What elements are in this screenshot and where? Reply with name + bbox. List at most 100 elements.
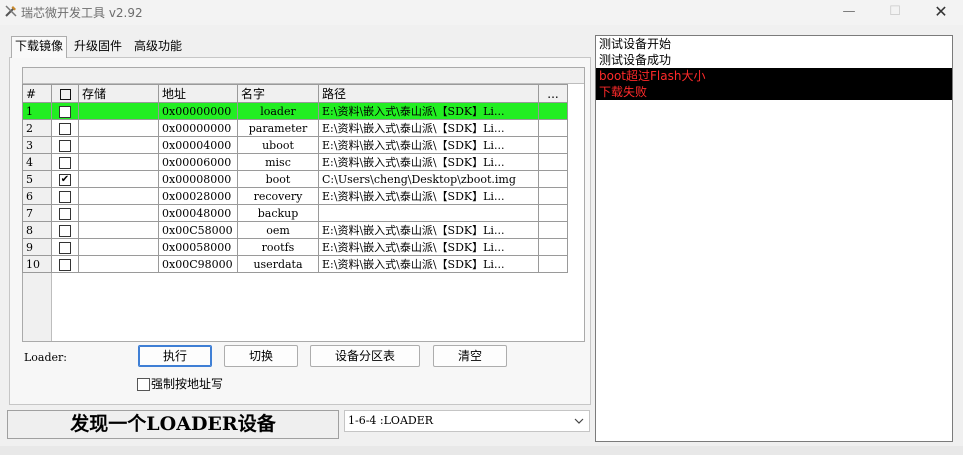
row-storage [78, 238, 159, 256]
table-row[interactable]: 3 0x00004000 uboot E:\资料\嵌入式\泰山派\【SDK】Li... [22, 136, 568, 154]
row-checkbox-cell[interactable]: ✔ [51, 170, 79, 188]
device-partition-table-button[interactable]: 设备分区表 [310, 345, 420, 367]
row-more[interactable] [538, 119, 568, 137]
row-index: 9 [22, 238, 52, 256]
table-row[interactable]: 5 ✔ 0x00008000 boot C:\Users\cheng\Desktop\z… [22, 170, 568, 188]
row-path: E:\资料\嵌入式\泰山派\【SDK】Li... [318, 187, 539, 205]
row-checkbox[interactable] [59, 190, 71, 203]
tools-icon [5, 5, 17, 17]
table-row[interactable]: 9 0x00058000 rootfs E:\资料\嵌入式\泰山派\【SDK】Li..… [22, 238, 568, 256]
device-select[interactable]: 1-6-4 :LOADER [344, 410, 590, 432]
row-checkbox[interactable] [59, 122, 71, 135]
table-row[interactable]: 2 0x00000000 parameter E:\资料\嵌入式\泰山派\【SDK】L… [22, 119, 568, 137]
force-address-write-checkbox[interactable] [137, 378, 150, 391]
row-checkbox-cell[interactable] [51, 102, 79, 120]
row-storage [78, 204, 159, 222]
table-row[interactable]: 6 0x00028000 recovery E:\资料\嵌入式\泰山派\【SDK】Li… [22, 187, 568, 205]
row-more[interactable] [538, 153, 568, 171]
row-index: 7 [22, 204, 52, 222]
row-path: E:\资料\嵌入式\泰山派\【SDK】Li... [318, 102, 539, 120]
row-index: 2 [22, 119, 52, 137]
select-all-checkbox[interactable] [59, 88, 71, 100]
table-row[interactable]: 4 0x00006000 misc E:\资料\嵌入式\泰山派\【SDK】Li... [22, 153, 568, 171]
row-name: parameter [237, 119, 319, 137]
row-index: 6 [22, 187, 52, 205]
row-index: 8 [22, 221, 52, 239]
table-row[interactable]: 8 0x00C58000 oem E:\资料\嵌入式\泰山派\【SDK】Li... [22, 221, 568, 239]
row-more[interactable] [538, 255, 568, 273]
row-checkbox-cell[interactable] [51, 204, 79, 222]
table-row[interactable]: 1 0x00000000 loader E:\资料\嵌入式\泰山派\【SDK】Li..… [22, 102, 568, 120]
row-more[interactable] [538, 170, 568, 188]
loader-label: Loader: [24, 351, 68, 364]
row-checkbox[interactable] [59, 258, 71, 271]
row-address: 0x00C58000 [158, 221, 238, 239]
column-header-check[interactable] [51, 84, 79, 103]
row-checkbox-cell[interactable] [51, 136, 79, 154]
row-checkbox[interactable] [59, 207, 71, 220]
row-index: 4 [22, 153, 52, 171]
row-storage [78, 102, 159, 120]
column-header-more[interactable]: ... [538, 84, 568, 103]
tab-advanced-functions[interactable]: 高级功能 [132, 38, 184, 58]
row-name: boot [237, 170, 319, 188]
grid-top-header [23, 68, 584, 84]
log-line-error: 下载失败 [596, 84, 952, 100]
checked-checkbox[interactable]: ✔ [59, 173, 71, 186]
row-more[interactable] [538, 238, 568, 256]
row-address: 0x00004000 [158, 136, 238, 154]
row-name: uboot [237, 136, 319, 154]
row-checkbox-cell[interactable] [51, 187, 79, 205]
row-name: oem [237, 221, 319, 239]
row-checkbox-cell[interactable] [51, 221, 79, 239]
row-name: loader [237, 102, 319, 120]
minimize-button[interactable]: — [826, 0, 872, 25]
row-more[interactable] [538, 221, 568, 239]
title-bar: 瑞芯微开发工具 v2.92 — ☐ ✕ [0, 0, 963, 25]
row-checkbox-cell[interactable] [51, 255, 79, 273]
row-storage [78, 136, 159, 154]
log-panel[interactable]: 测试设备开始 测试设备成功 boot超过Flash大小 下载失败 [595, 35, 953, 442]
row-checkbox[interactable] [59, 156, 71, 169]
row-address: 0x00006000 [158, 153, 238, 171]
row-path: C:\Users\cheng\Desktop\zboot.img [318, 170, 539, 188]
row-more[interactable] [538, 136, 568, 154]
row-address: 0x00048000 [158, 204, 238, 222]
row-index: 5 [22, 170, 52, 188]
tab-download-image[interactable]: 下载镜像 [11, 36, 68, 58]
row-more[interactable] [538, 187, 568, 205]
table-row[interactable]: 10 0x00C98000 userdata E:\资料\嵌入式\泰山派\【SDK】L… [22, 255, 568, 273]
partition-table: # 存储 地址 名字 路径 ... 1 0x00000000 loader E:\资料… [22, 84, 568, 273]
bottom-edge [0, 446, 963, 455]
maximize-button[interactable]: ☐ [872, 0, 918, 25]
row-address: 0x00000000 [158, 102, 238, 120]
row-checkbox[interactable] [59, 139, 71, 152]
tab-upgrade-firmware[interactable]: 升级固件 [72, 38, 124, 58]
row-checkbox-cell[interactable] [51, 153, 79, 171]
log-line: 测试设备开始 [599, 37, 672, 51]
device-status-message: 发现一个LOADER设备 [7, 410, 339, 439]
row-checkbox-cell[interactable] [51, 119, 79, 137]
row-path: E:\资料\嵌入式\泰山派\【SDK】Li... [318, 136, 539, 154]
table-row[interactable]: 7 0x00048000 backup [22, 204, 568, 222]
row-more[interactable] [538, 204, 568, 222]
row-more[interactable] [538, 102, 568, 120]
row-address: 0x00C98000 [158, 255, 238, 273]
row-checkbox[interactable] [59, 241, 71, 254]
row-checkbox[interactable] [59, 105, 71, 118]
row-name: recovery [237, 187, 319, 205]
force-address-write-option[interactable]: 强制按地址写 [137, 375, 223, 392]
row-address: 0x00058000 [158, 238, 238, 256]
chevron-down-icon [574, 418, 584, 424]
switch-button[interactable]: 切换 [224, 345, 298, 367]
row-path [318, 204, 539, 222]
column-header-storage: 存储 [78, 84, 159, 103]
execute-button[interactable]: 执行 [138, 345, 212, 367]
clear-button[interactable]: 清空 [433, 345, 507, 367]
row-checkbox[interactable] [59, 224, 71, 237]
log-line-error: boot超过Flash大小 [596, 68, 952, 84]
row-path: E:\资料\嵌入式\泰山派\【SDK】Li... [318, 153, 539, 171]
close-button[interactable]: ✕ [918, 0, 963, 25]
row-checkbox-cell[interactable] [51, 238, 79, 256]
row-index: 3 [22, 136, 52, 154]
